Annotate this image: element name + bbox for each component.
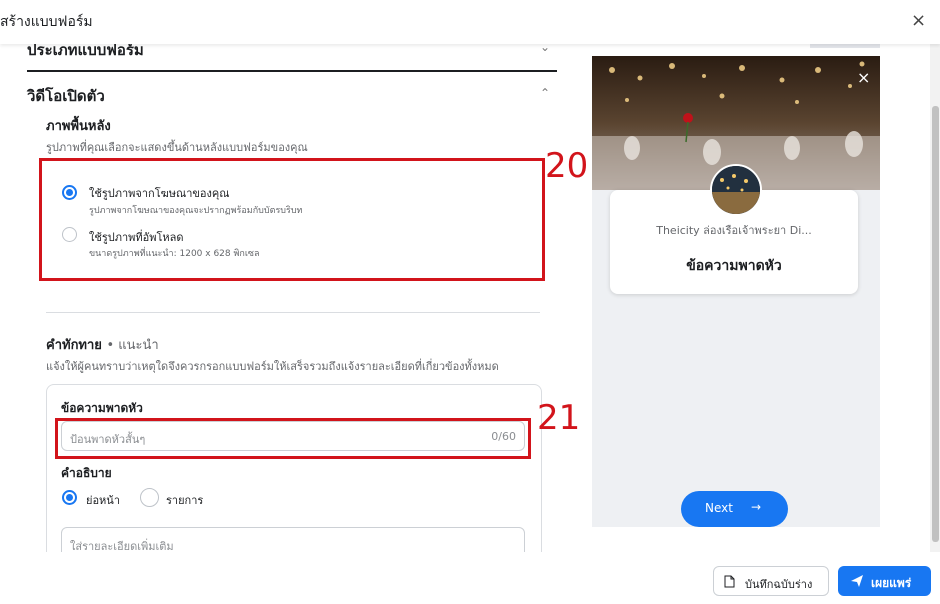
description-label: คำอธิบาย (61, 466, 112, 480)
next-label: Next (705, 501, 733, 515)
list-label: รายการ (166, 494, 204, 507)
save-draft-label: บันทึกฉบับร่าง (745, 578, 813, 591)
page-avatar (710, 164, 762, 216)
scrollbar-thumb[interactable] (932, 106, 939, 542)
form-preview: × Theicity ล่องเรือเจ้าพระยา Di... ข้อคว… (592, 56, 880, 527)
annotation-box-20 (39, 158, 545, 281)
section-intro-video[interactable]: วิดีโอเปิดตัว (27, 84, 105, 108)
headline-label: ข้อความพาดหัว (61, 401, 143, 415)
preview-headline: ข้อความพาดหัว (686, 258, 782, 274)
publish-button[interactable]: เผยแพร่ (838, 566, 931, 596)
description-textarea[interactable]: ใส่รายละเอียดเพิ่มเติม (61, 527, 525, 552)
annotation-label-20: 20 (545, 146, 589, 186)
section-form-type[interactable]: ประเภทแบบฟอร์ม (27, 44, 144, 62)
background-desc: รูปภาพที่คุณเลือกจะแสดงขึ้นด้านหลังแบบฟอ… (46, 141, 308, 154)
annotation-box-21 (55, 418, 531, 459)
document-icon (724, 575, 735, 588)
radio-list[interactable] (140, 488, 159, 507)
chevron-down-icon[interactable]: ⌄ (540, 44, 550, 54)
preview-next-button: Next → (681, 491, 788, 527)
paragraph-label: ย่อหน้า (86, 494, 120, 507)
publish-label: เผยแพร่ (871, 576, 912, 590)
background-heading: ภาพพื้นหลัง (46, 119, 111, 134)
preview-page-name: Theicity ล่องเรือเจ้าพระยา Di... (656, 224, 812, 237)
arrow-right-icon: → (751, 500, 762, 514)
recommended-badge: • แนะนำ (106, 338, 159, 353)
title-bar: สร้างแบบฟอร์ม × (0, 0, 940, 44)
close-icon[interactable]: × (911, 10, 926, 31)
divider (46, 312, 540, 313)
radio-paragraph[interactable] (62, 490, 77, 505)
dialog-title: สร้างแบบฟอร์ม (0, 14, 93, 30)
greeting-title: คำทักทาย (46, 338, 102, 353)
greeting-heading: คำทักทาย • แนะนำ (46, 334, 159, 355)
form-editor-panel[interactable]: ประเภทแบบฟอร์ม ⌄ วิดีโอเปิดตัว ⌃ ภาพพื้น… (0, 44, 570, 552)
send-icon (851, 575, 863, 587)
section-divider (27, 70, 557, 72)
preview-tab-strip (810, 44, 880, 48)
chevron-up-icon[interactable]: ⌃ (540, 86, 550, 100)
description-placeholder: ใส่รายละเอียดเพิ่มเติม (70, 540, 174, 552)
annotation-label-21: 21 (537, 398, 581, 438)
preview-close-icon: × (857, 68, 871, 87)
save-draft-button[interactable]: บันทึกฉบับร่าง (713, 566, 829, 596)
greeting-desc: แจ้งให้ผู้คนทราบว่าเหตุใดจึงควรกรอกแบบฟอ… (46, 360, 499, 373)
